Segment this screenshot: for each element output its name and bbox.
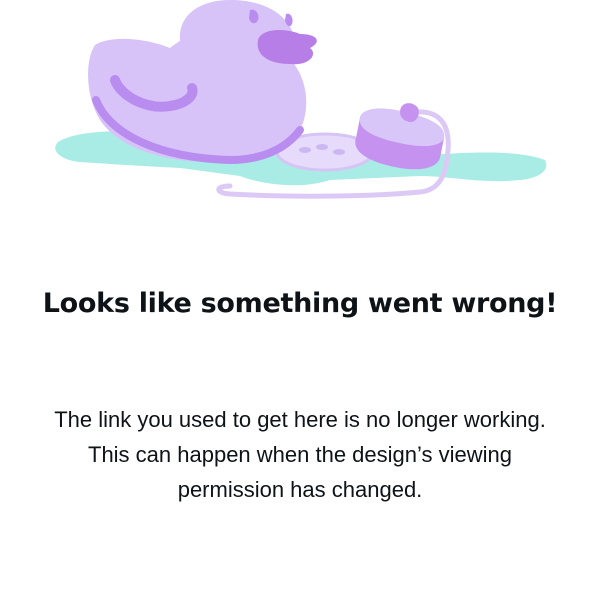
error-message: The link you used to get here is no long… xyxy=(40,402,560,507)
error-message-line-1: The link you used to get here is no long… xyxy=(54,407,546,432)
rubber-duck-with-drain-plug-icon xyxy=(55,0,547,199)
error-title: Looks like something went wrong! xyxy=(42,288,558,319)
error-page: Looks like something went wrong! The lin… xyxy=(0,0,600,600)
error-message-line-2: This can happen when the design’s viewin… xyxy=(88,442,512,502)
